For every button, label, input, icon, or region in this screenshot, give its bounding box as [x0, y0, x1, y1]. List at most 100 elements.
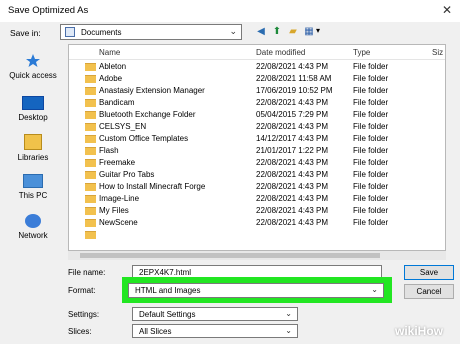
file-type: File folder: [353, 62, 389, 71]
table-row[interactable]: Bandicam 22/08/2021 4:43 PM File folder: [69, 97, 445, 109]
table-row[interactable]: Adobe 22/08/2021 11:58 AM File folder: [69, 73, 445, 85]
new-folder-icon[interactable]: ▰: [286, 25, 300, 39]
save-in-dropdown[interactable]: Documents ⌄: [60, 24, 242, 40]
libraries-icon: [24, 134, 42, 150]
table-row[interactable]: Custom Office Templates 14/12/2017 4:43 P…: [69, 133, 445, 145]
column-type[interactable]: Type: [353, 48, 370, 57]
format-label: Format:: [68, 286, 96, 295]
cancel-button[interactable]: Cancel: [404, 284, 454, 299]
file-name: Custom Office Templates: [99, 134, 189, 143]
scrollbar-thumb[interactable]: [80, 253, 380, 258]
folder-icon: [85, 171, 96, 179]
place-label: Quick access: [9, 71, 57, 80]
file-name: How to Install Minecraft Forge: [99, 182, 206, 191]
place-label: Desktop: [18, 113, 48, 122]
file-type: File folder: [353, 146, 389, 155]
file-type: File folder: [353, 110, 389, 119]
file-name-label: File name:: [68, 268, 106, 277]
file-date: 14/12/2017 4:43 PM: [256, 134, 329, 143]
file-date: 22/08/2021 4:43 PM: [256, 158, 329, 167]
title-bar: Save Optimized As ✕: [0, 0, 460, 22]
watermark: wikiHow: [395, 324, 444, 338]
table-row[interactable]: How to Install Minecraft Forge 22/08/2021…: [69, 181, 445, 193]
file-type: File folder: [353, 158, 389, 167]
table-row[interactable]: NewScene 22/08/2021 4:43 PM File folder: [69, 217, 445, 229]
file-name: Bluetooth Exchange Folder: [99, 110, 196, 119]
place-label: Libraries: [17, 153, 49, 162]
file-name: Flash: [99, 146, 119, 155]
chevron-down-icon: ⌄: [285, 326, 292, 335]
folder-icon: [85, 111, 96, 119]
table-row[interactable]: Ableton 22/08/2021 4:43 PM File folder: [69, 61, 445, 73]
folder-icon: [85, 75, 96, 83]
save-in-value: Documents: [81, 28, 122, 37]
place-network[interactable]: Network: [4, 214, 62, 240]
place-label: Network: [18, 231, 48, 240]
slices-dropdown[interactable]: All Slices ⌄: [132, 324, 298, 338]
horizontal-scrollbar[interactable]: [68, 251, 446, 260]
table-row[interactable]: CELSYS_EN 22/08/2021 4:43 PM File folder: [69, 121, 445, 133]
folder-icon: [85, 147, 96, 155]
place-label: This PC: [18, 191, 48, 200]
chevron-down-icon: ⌄: [371, 285, 378, 294]
table-row[interactable]: [69, 229, 445, 241]
file-date: 22/08/2021 4:43 PM: [256, 182, 329, 191]
dialog-title: Save Optimized As: [8, 5, 89, 16]
table-row[interactable]: Flash 21/01/2017 1:22 PM File folder: [69, 145, 445, 157]
folder-icon: [85, 87, 96, 95]
table-row[interactable]: My Files 22/08/2021 4:43 PM File folder: [69, 205, 445, 217]
file-name: Bandicam: [99, 98, 135, 107]
file-name: Image-Line: [99, 194, 140, 203]
place-quick-access[interactable]: Quick access: [4, 54, 62, 80]
network-icon: [25, 214, 41, 228]
file-date: 22/08/2021 4:43 PM: [256, 194, 329, 203]
settings-value: Default Settings: [139, 310, 196, 319]
this-pc-icon: [23, 174, 43, 188]
file-date: 22/08/2021 11:58 AM: [256, 74, 332, 83]
slices-label: Slices:: [68, 327, 92, 336]
places-sidebar: Quick access Desktop Libraries This PC N…: [4, 46, 62, 256]
file-date: 21/01/2017 1:22 PM: [256, 146, 329, 155]
file-name: Anastasiy Extension Manager: [99, 86, 205, 95]
chevron-down-icon: ⌄: [229, 26, 237, 36]
file-type: File folder: [353, 74, 389, 83]
file-name: My Files: [99, 206, 129, 215]
file-type: File folder: [353, 218, 389, 227]
column-size[interactable]: Siz: [432, 48, 443, 57]
file-date: 17/06/2019 10:52 PM: [256, 86, 333, 95]
column-date-modified[interactable]: Date modified: [256, 48, 305, 57]
file-name-value: 2EPX4K7.html: [139, 268, 192, 277]
table-row[interactable]: Image-Line 22/08/2021 4:43 PM File folder: [69, 193, 445, 205]
file-name: Ableton: [99, 62, 127, 71]
save-button[interactable]: Save: [404, 265, 454, 280]
table-row[interactable]: Bluetooth Exchange Folder 05/04/2015 7:29…: [69, 109, 445, 121]
place-this-pc[interactable]: This PC: [4, 174, 62, 200]
up-folder-icon[interactable]: ⬆: [270, 25, 284, 39]
folder-icon: [85, 159, 96, 167]
folder-icon: [85, 183, 96, 191]
file-type: File folder: [353, 182, 389, 191]
file-type: File folder: [353, 170, 389, 179]
close-icon[interactable]: ✕: [442, 3, 452, 17]
folder-icon: [85, 135, 96, 143]
column-name[interactable]: Name: [99, 48, 120, 57]
back-icon[interactable]: ◀: [254, 25, 268, 39]
file-date: 22/08/2021 4:43 PM: [256, 122, 329, 131]
table-row[interactable]: Guitar Pro Tabs 22/08/2021 4:43 PM File fo…: [69, 169, 445, 181]
file-date: 22/08/2021 4:43 PM: [256, 218, 329, 227]
file-date: 05/04/2015 7:29 PM: [256, 110, 329, 119]
file-type: File folder: [353, 98, 389, 107]
table-row[interactable]: Freemake 22/08/2021 4:43 PM File folder: [69, 157, 445, 169]
format-dropdown[interactable]: HTML and Images ⌄: [128, 283, 384, 298]
table-row[interactable]: Anastasiy Extension Manager 17/06/2019 10…: [69, 85, 445, 97]
file-date: 22/08/2021 4:43 PM: [256, 98, 329, 107]
settings-dropdown[interactable]: Default Settings ⌄: [132, 307, 298, 321]
file-date: 22/08/2021 4:43 PM: [256, 206, 329, 215]
quick-access-icon: [26, 54, 40, 67]
place-libraries[interactable]: Libraries: [4, 134, 62, 162]
place-desktop[interactable]: Desktop: [4, 96, 62, 122]
view-menu-icon[interactable]: ▦: [302, 25, 316, 39]
save-in-label: Save in:: [10, 28, 41, 38]
view-chevron-icon[interactable]: ▾: [316, 26, 320, 35]
file-list[interactable]: Name Date modified Type Siz Ableton 22/08…: [68, 44, 446, 251]
